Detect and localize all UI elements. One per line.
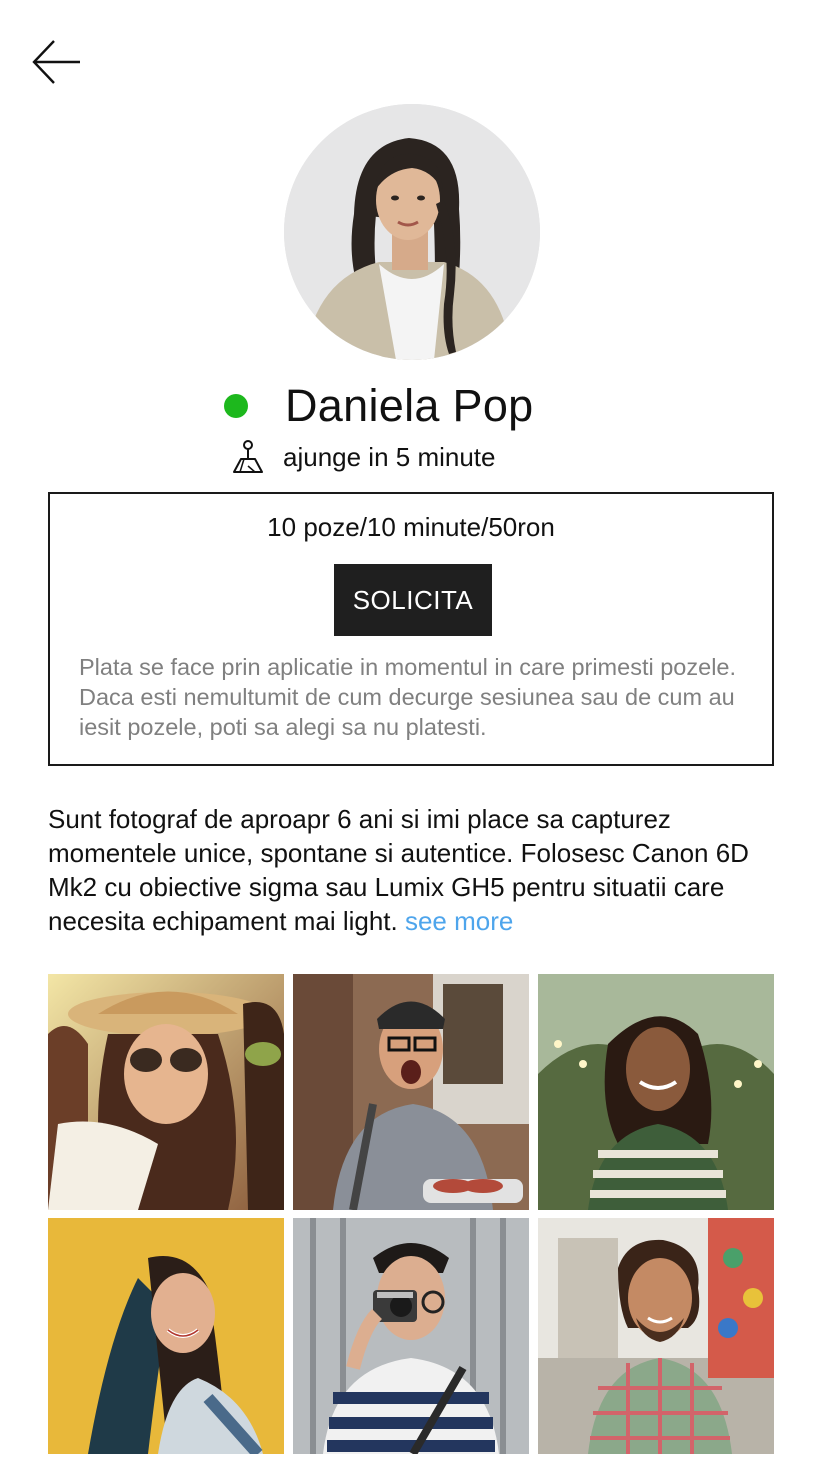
back-button[interactable] bbox=[30, 38, 84, 86]
gallery-photo[interactable] bbox=[293, 1218, 529, 1454]
profile-photo bbox=[284, 104, 540, 360]
eta-text: ajunge in 5 minute bbox=[283, 441, 496, 472]
selfie-photo bbox=[48, 974, 284, 1210]
grill-photo bbox=[293, 974, 529, 1210]
bio-text: Sunt fotograf de aproapr 6 ani si imi pl… bbox=[48, 804, 749, 936]
yellow-wall-portrait-photo bbox=[48, 1218, 284, 1454]
portrait-lights-photo bbox=[538, 974, 774, 1210]
eta-row: ajunge in 5 minute bbox=[232, 438, 495, 476]
profile-name-row: Daniela Pop bbox=[224, 378, 533, 434]
see-more-link[interactable]: see more bbox=[405, 906, 513, 936]
online-status-indicator bbox=[224, 394, 248, 418]
photo-gallery bbox=[48, 974, 774, 1454]
arrow-left-icon bbox=[32, 40, 80, 84]
map-person-icon bbox=[232, 439, 264, 475]
offer-price: 10 poze/10 minute/50ron bbox=[267, 512, 555, 542]
request-button[interactable]: SOLICITA bbox=[334, 564, 492, 636]
street-portrait-photo bbox=[538, 1218, 774, 1454]
photographer-bio: Sunt fotograf de aproapr 6 ani si imi pl… bbox=[48, 802, 788, 938]
profile-name: Daniela Pop bbox=[285, 380, 534, 431]
gallery-photo[interactable] bbox=[48, 974, 284, 1210]
gallery-photo[interactable] bbox=[538, 1218, 774, 1454]
camera-man-photo bbox=[293, 1218, 529, 1454]
profile-avatar bbox=[284, 104, 540, 360]
gallery-photo[interactable] bbox=[48, 1218, 284, 1454]
offer-card: 10 poze/10 minute/50ron SOLICITA Plata s… bbox=[48, 492, 774, 766]
payment-note: Plata se face prin aplicatie in momentul… bbox=[79, 654, 737, 740]
gallery-photo[interactable] bbox=[293, 974, 529, 1210]
gallery-photo[interactable] bbox=[538, 974, 774, 1210]
